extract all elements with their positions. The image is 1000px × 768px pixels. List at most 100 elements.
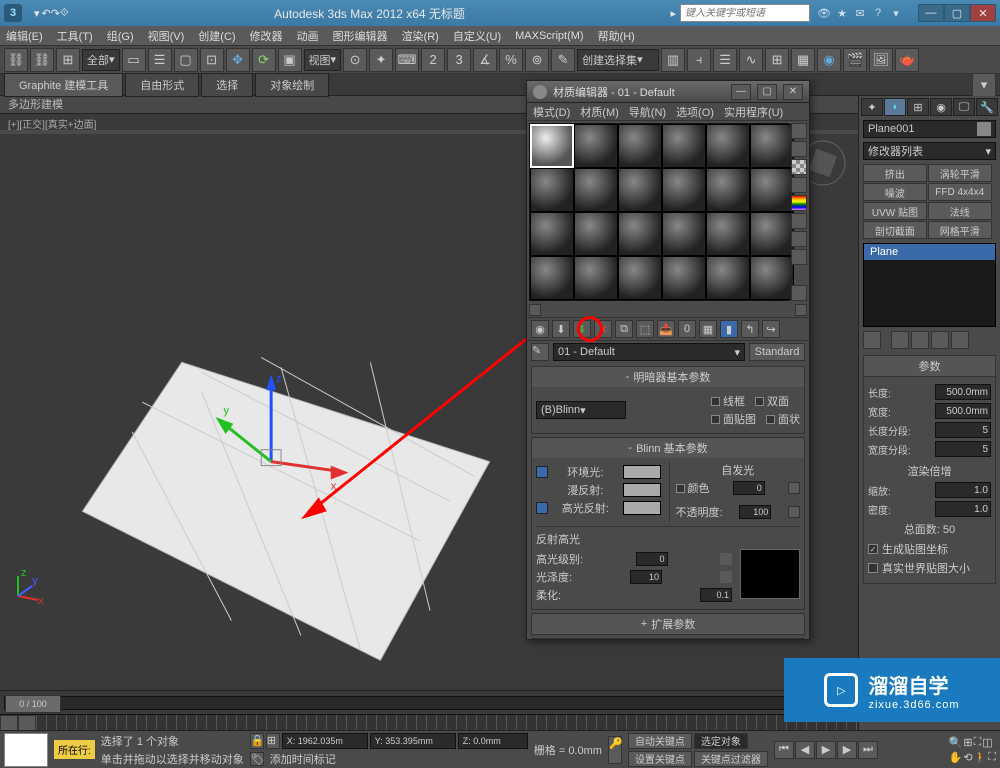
make-unique-icon[interactable]: ⬚ [636,320,654,338]
select-icon[interactable]: ▭ [122,48,146,72]
keyboard-icon[interactable]: ⌨ [395,48,419,72]
sample-uv-icon[interactable] [791,177,807,193]
options-icon[interactable] [791,213,807,229]
get-material-icon[interactable]: ◉ [531,320,549,338]
goto-start-icon[interactable]: ⏮ [774,741,794,759]
material-slot-1[interactable] [530,124,574,168]
matbrowser-icon[interactable]: ▦ [791,48,815,72]
orbit-icon[interactable]: ⟲ [963,751,972,764]
faceted-checkbox[interactable]: 面状 [766,411,800,427]
material-slot[interactable] [574,124,618,168]
modifier-list-drop[interactable]: 修改器列表▾ [863,142,996,160]
object-name-field[interactable]: Plane001 [863,120,996,138]
material-slot[interactable] [706,168,750,212]
me-menu-material[interactable]: 材质(M) [580,104,619,120]
trackbar-toggle-icon[interactable] [0,715,18,731]
material-slot[interactable] [750,168,794,212]
material-slot[interactable] [574,168,618,212]
ribbon-tab-graphite[interactable]: Graphite 建模工具 [4,73,123,97]
modbtn-slice[interactable]: 剖切截面 [863,221,927,239]
select-by-mat-icon[interactable] [791,231,807,247]
scale-icon[interactable]: ▣ [278,48,302,72]
specular-lock-icon[interactable] [536,502,548,514]
mateditor-icon[interactable]: ◉ [817,48,841,72]
soften-spinner[interactable] [700,588,732,602]
pick-material-icon[interactable]: ✎ [531,343,549,361]
density-spinner[interactable] [935,501,991,517]
material-slot[interactable] [574,256,618,300]
material-slot[interactable] [706,256,750,300]
selfillum-color-checkbox[interactable]: 颜色 [676,480,710,496]
material-slot[interactable] [662,168,706,212]
show-end-icon[interactable]: ▮ [720,320,738,338]
menu-create[interactable]: 创建(C) [198,28,235,44]
mateditor-min-button[interactable]: — [731,84,751,100]
modbtn-uvw[interactable]: UVW 贴图 [863,202,927,220]
restore-button[interactable]: ▢ [944,4,970,22]
help-search-input[interactable] [680,4,810,22]
specular-color-well[interactable] [623,501,661,515]
modbtn-noise[interactable]: 噪波 [863,183,927,201]
opacity-spinner[interactable] [739,505,771,519]
material-slot[interactable] [530,168,574,212]
material-slot[interactable] [750,124,794,168]
motion-tab-icon[interactable]: ◉ [930,98,952,116]
rollout-extended[interactable]: +扩展参数 [531,613,805,635]
maxview-icon[interactable]: ⛶ [988,751,996,764]
object-color-swatch[interactable] [977,122,991,136]
exchange-icon[interactable]: ? [870,5,886,21]
material-name-field[interactable]: 01 - Default▾ [553,343,745,361]
time-slider-knob[interactable]: 0 / 100 [5,695,61,713]
coord-z[interactable]: Z: 0.0mm [458,733,528,749]
pin-stack-icon[interactable] [863,331,881,349]
add-time-tag[interactable]: 添加时间标记 [270,751,336,767]
menu-help[interactable]: 帮助(H) [598,28,635,44]
material-slot[interactable] [750,212,794,256]
time-tag-icon[interactable]: 🏷 [250,752,264,766]
modbtn-meshsmooth[interactable]: 网格平滑 [928,221,992,239]
coord-y[interactable]: Y: 353.395mm [370,733,456,749]
configure-sets-icon[interactable] [951,331,969,349]
material-slot[interactable] [662,124,706,168]
anglesnap-icon[interactable]: ∡ [473,48,497,72]
create-tab-icon[interactable]: ✦ [861,98,883,116]
unlink-icon[interactable]: ⛓ [30,48,54,72]
shader-type-drop[interactable]: (B)Blinn ▾ [536,401,626,419]
gloss-spinner[interactable] [630,570,662,584]
redo-icon[interactable]: ↷ [51,7,60,20]
put-to-lib-icon[interactable]: 📥 [657,320,675,338]
setkey-button[interactable]: 设置关键点 [628,751,692,767]
slot-count-icon[interactable] [791,285,807,301]
plane-object[interactable] [82,357,489,660]
lseg-spinner[interactable] [935,422,991,438]
modbtn-ffd[interactable]: FFD 4x4x4 [928,183,992,201]
modbtn-turbo[interactable]: 涡轮平滑 [928,164,992,182]
scroll-left-icon[interactable] [529,304,541,316]
prev-frame-icon[interactable]: ◀ [795,741,815,759]
fov-icon[interactable]: ◫ [982,736,992,749]
schematic-icon[interactable]: ⊞ [765,48,789,72]
go-parent-icon[interactable]: ↰ [741,320,759,338]
modbtn-normal[interactable]: 法线 [928,202,992,220]
material-slot[interactable] [706,124,750,168]
render-icon[interactable]: 🫖 [895,48,919,72]
menu-edit[interactable]: 编辑(E) [6,28,43,44]
wire-checkbox[interactable]: 线框 [711,393,745,409]
mateditor-titlebar[interactable]: 材质编辑器 - 01 - Default — ▢ ✕ [527,81,809,103]
realworld-checkbox[interactable]: 真实世界贴图大小 [868,560,991,576]
undo-icon[interactable]: ↶ [42,7,51,20]
hierarchy-tab-icon[interactable]: ⊞ [907,98,929,116]
menu-rendering[interactable]: 渲染(R) [402,28,439,44]
background-icon[interactable] [791,159,807,175]
material-slot[interactable] [618,212,662,256]
modbtn-extrude[interactable]: 挤出 [863,164,927,182]
maxscript-mini-listener[interactable] [4,733,48,767]
make-copy-icon[interactable]: ⧉ [615,320,633,338]
named-selection-drop[interactable]: 创建选择集 ▾ [577,49,659,71]
zoom-ext-icon[interactable]: ⛶ [974,736,982,749]
me-menu-util[interactable]: 实用程序(U) [724,104,783,120]
opacity-map-button[interactable] [788,506,800,518]
rollout-supersample[interactable]: +超级采样 [531,638,805,639]
window-cross-icon[interactable]: ⊡ [200,48,224,72]
rendersetup-icon[interactable]: 🎬 [843,48,867,72]
